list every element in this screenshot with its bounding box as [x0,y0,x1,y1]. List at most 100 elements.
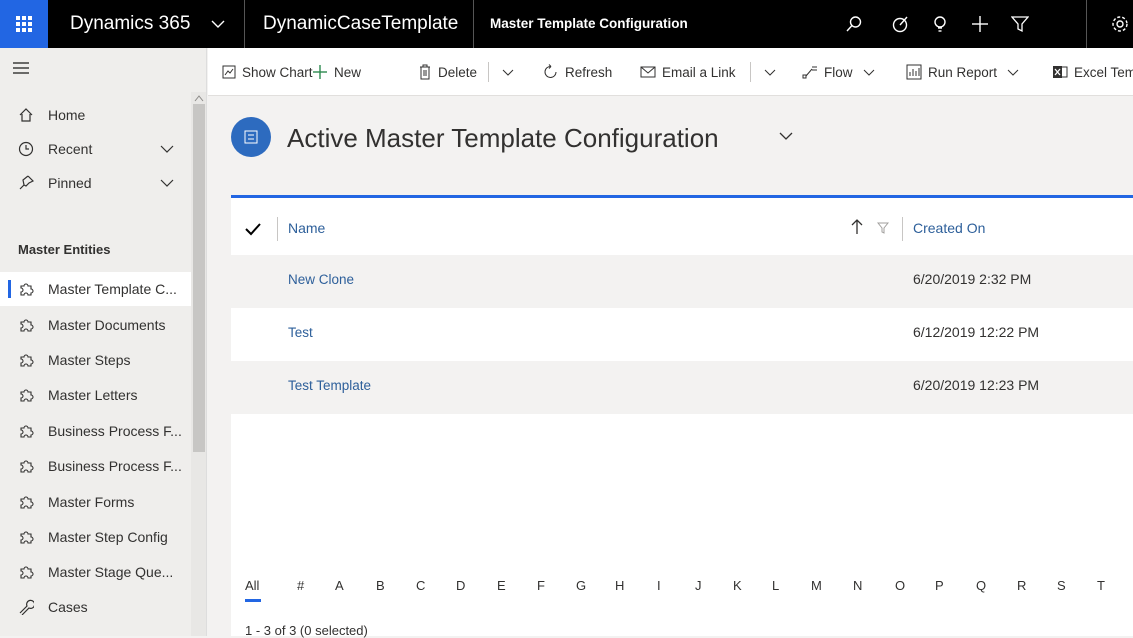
puzzle-icon [18,528,40,546]
filter-icon[interactable] [877,222,889,234]
new-button[interactable]: New [312,48,361,96]
jump-letter[interactable]: O [895,578,905,593]
jump-letter[interactable]: C [416,578,425,593]
jump-all[interactable]: All [245,578,259,593]
nav-item-label: Master Template C... [48,281,177,297]
jump-letter[interactable]: M [811,578,822,593]
jump-letter[interactable]: S [1057,578,1066,593]
app-name[interactable]: DynamicCaseTemplate [263,0,458,48]
nav-item-label: Recent [48,141,93,157]
chevron-down-icon[interactable] [160,142,174,156]
button-label: Email a Link [662,64,736,80]
show-chart-button[interactable]: Show Chart [222,48,313,96]
table-row[interactable]: Test 6/12/2019 12:22 PM [231,308,1133,361]
sidebar-item-master-template-config[interactable]: Master Template C... [0,272,191,306]
sidebar-item-master-steps[interactable]: Master Steps [0,343,191,377]
sidebar-item-master-step-config[interactable]: Master Step Config [0,520,191,554]
sidebar-item-master-letters[interactable]: Master Letters [0,378,191,412]
sidebar-item-cases[interactable]: Cases [0,590,191,624]
jump-letter[interactable]: Q [976,578,986,593]
jump-letter[interactable]: F [537,578,545,593]
home-icon [18,106,40,124]
entity-icon [231,117,271,157]
wrench-icon [18,598,40,616]
sort-ascending-icon[interactable] [851,218,863,236]
jump-letter[interactable]: J [695,578,702,593]
jump-letter[interactable]: # [297,578,304,593]
jump-letter[interactable]: L [772,578,779,593]
jump-letter[interactable]: A [335,578,344,593]
sidebar-item-master-stage-que[interactable]: Master Stage Que... [0,555,191,589]
plus-icon[interactable] [968,12,992,36]
nav-item-label: Master Stage Que... [48,564,174,580]
jump-letter[interactable]: N [853,578,862,593]
trash-icon [418,64,432,80]
jump-letter[interactable]: T [1097,578,1105,593]
delete-menu-chevron[interactable] [502,48,514,96]
gear-icon[interactable] [1108,12,1132,36]
scrollbar-thumb[interactable] [193,104,205,452]
jump-letter[interactable]: H [615,578,624,593]
jump-letter[interactable]: I [657,578,661,593]
chevron-down-icon[interactable] [208,14,228,34]
sidebar-item-business-process-2[interactable]: Business Process F... [0,449,191,483]
email-link-button[interactable]: Email a Link [640,48,736,96]
sidebar-item-business-process-1[interactable]: Business Process F... [0,414,191,448]
record-name-link[interactable]: New Clone [288,272,354,287]
nav-item-label: Master Letters [48,387,138,403]
target-icon[interactable] [888,12,912,36]
nav-item-label: Master Step Config [48,529,168,545]
puzzle-icon [18,457,40,475]
sidebar-item-master-forms[interactable]: Master Forms [0,485,191,519]
chevron-down-icon[interactable] [160,176,174,190]
brand-title[interactable]: Dynamics 365 [70,0,190,48]
filter-icon[interactable] [1008,12,1032,36]
refresh-button[interactable]: Refresh [543,48,612,96]
column-header-created-on[interactable]: Created On [913,220,985,236]
puzzle-icon [18,493,40,511]
jump-letter[interactable]: K [733,578,742,593]
sidebar-item-master-documents[interactable]: Master Documents [0,308,191,342]
divider [244,0,245,48]
plus-icon [312,64,328,80]
jump-letter[interactable]: G [576,578,586,593]
chevron-down-icon [764,69,776,76]
chevron-down-icon[interactable] [778,130,794,142]
scroll-up-icon[interactable] [194,94,204,102]
email-link-icon [640,65,656,79]
button-label: Excel Tem [1074,64,1133,80]
record-name-link[interactable]: Test [288,325,313,340]
jump-letter[interactable]: P [935,578,944,593]
hamburger-menu-icon[interactable] [12,60,30,76]
puzzle-icon [18,422,40,440]
nav-item-recent[interactable]: Recent [0,132,191,166]
view-selector-title[interactable]: Active Master Template Configuration [287,118,719,158]
divider [750,62,751,82]
table-row[interactable]: Test Template 6/20/2019 12:23 PM [231,361,1133,414]
nav-item-pinned[interactable]: Pinned [0,166,191,200]
email-menu-chevron[interactable] [764,48,776,96]
chart-icon [222,65,236,79]
table-row[interactable]: New Clone 6/20/2019 2:32 PM [231,255,1133,308]
lightbulb-icon[interactable] [928,12,952,36]
record-name-link[interactable]: Test Template [288,378,371,393]
grid-header: Name Created On [231,198,1133,258]
delete-button[interactable]: Delete [418,48,477,96]
nav-item-home[interactable]: Home [0,98,191,132]
app-launcher-icon[interactable] [0,0,48,48]
jump-letter[interactable]: D [456,578,465,593]
search-icon[interactable] [842,12,866,36]
flow-button[interactable]: Flow [802,48,875,96]
jump-letter[interactable]: R [1017,578,1026,593]
puzzle-icon [18,280,40,298]
divider [277,217,278,241]
jump-letter[interactable]: B [376,578,385,593]
nav-scrollbar[interactable] [191,92,206,636]
column-header-name[interactable]: Name [288,220,325,236]
record-created-on: 6/20/2019 12:23 PM [913,377,1040,393]
excel-templates-button[interactable]: Excel Tem [1052,48,1133,96]
jump-letter[interactable]: E [497,578,506,593]
select-all-checkmark-icon[interactable] [245,222,261,236]
run-report-button[interactable]: Run Report [906,48,1019,96]
button-label: Delete [438,64,478,80]
